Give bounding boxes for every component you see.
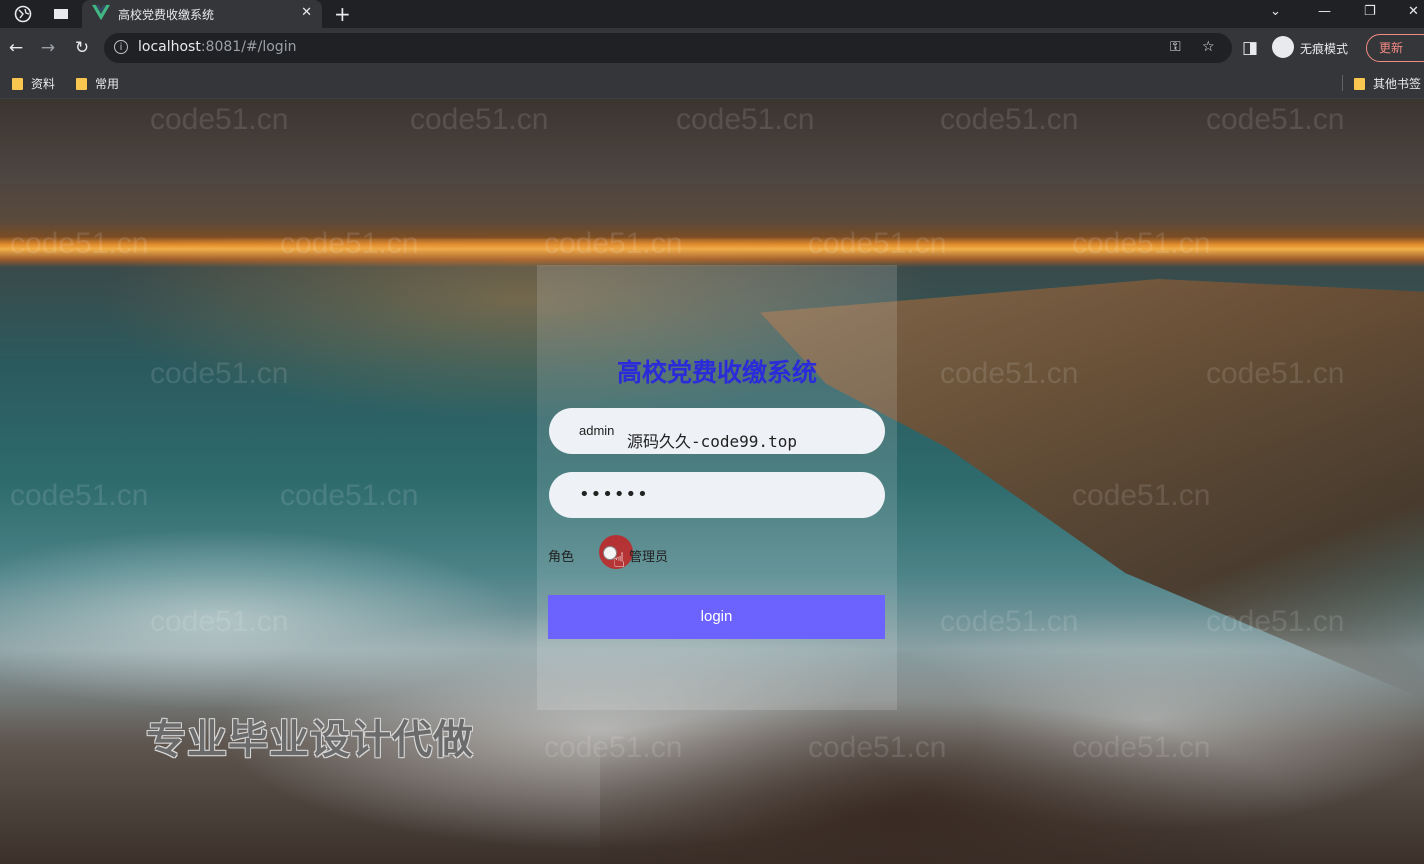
background-rocks bbox=[600, 699, 1424, 864]
watermark: code51.cn bbox=[150, 605, 289, 638]
watermark: code51.cn bbox=[1072, 227, 1211, 260]
url-text[interactable]: localhost:8081/#/login bbox=[138, 39, 296, 55]
watermark: code51.cn bbox=[1072, 479, 1211, 512]
watermark: code51.cn bbox=[1206, 357, 1345, 390]
watermark: code51.cn bbox=[808, 731, 947, 764]
role-label: 角色 bbox=[548, 550, 575, 565]
address-bar[interactable]: i localhost:8081/#/login ⚿ ☆ bbox=[104, 33, 1232, 63]
globe-icon[interactable] bbox=[14, 5, 32, 23]
watermark: code51.cn bbox=[544, 731, 683, 764]
watermark: code51.cn bbox=[280, 479, 419, 512]
folder-icon bbox=[12, 78, 23, 90]
forward-icon[interactable]: → bbox=[38, 38, 58, 58]
bookmarks-divider bbox=[1342, 75, 1343, 91]
role-option-label[interactable]: 管理员 bbox=[629, 546, 668, 565]
bookmark-star-icon[interactable]: ☆ bbox=[1202, 39, 1215, 55]
watermark: code51.cn bbox=[1206, 103, 1345, 136]
watermark: code51.cn bbox=[150, 357, 289, 390]
watermark: code51.cn bbox=[808, 227, 947, 260]
promo-overlay-text: 专业毕业设计代做 bbox=[146, 717, 474, 763]
incognito-label: 无痕模式 bbox=[1300, 42, 1349, 56]
key-icon[interactable]: ⚿ bbox=[1170, 39, 1181, 55]
watermark: code51.cn bbox=[1072, 731, 1211, 764]
browser-toolbar: ← → ↻ i localhost:8081/#/login ⚿ ☆ ◨ 无痕模… bbox=[0, 28, 1424, 68]
watermark: code51.cn bbox=[10, 479, 149, 512]
watermark: code51.cn bbox=[10, 227, 149, 260]
watermark: code51.cn bbox=[940, 605, 1079, 638]
site-info-icon[interactable]: i bbox=[114, 40, 128, 54]
watermark: code51.cn bbox=[280, 227, 419, 260]
password-input[interactable]: •••••• bbox=[579, 484, 649, 505]
login-title: 高校党费收缴系统 bbox=[616, 358, 817, 387]
username-field[interactable]: admin 源码久久-code99.top bbox=[549, 408, 885, 454]
tab-list-chevron-icon[interactable]: ⌄ bbox=[1270, 4, 1281, 19]
bookmark-folder-changyong[interactable]: 常用 bbox=[76, 75, 119, 92]
watermark: code51.cn bbox=[544, 227, 683, 260]
username-overlay-text: 源码久久-code99.top bbox=[627, 432, 797, 451]
side-panel-icon[interactable]: ◨ bbox=[1240, 38, 1260, 58]
vue-logo-icon bbox=[92, 4, 110, 21]
reload-icon[interactable]: ↻ bbox=[72, 38, 92, 58]
back-icon[interactable]: ← bbox=[6, 38, 26, 58]
browser-tab-active[interactable]: 高校党费收缴系统 ✕ bbox=[82, 0, 322, 28]
other-bookmarks[interactable]: 其他书签 bbox=[1354, 75, 1421, 92]
folder-icon bbox=[76, 78, 87, 90]
folder-icon bbox=[1354, 78, 1365, 90]
watermark: code51.cn bbox=[676, 103, 815, 136]
username-input[interactable]: admin bbox=[579, 423, 614, 438]
watermark: code51.cn bbox=[940, 103, 1079, 136]
new-tab-icon[interactable]: + bbox=[334, 2, 351, 26]
login-card: 高校党费收缴系统 admin 源码久久-code99.top •••••• 角色… bbox=[537, 265, 897, 710]
bookmark-folder-ziliao[interactable]: 资料 bbox=[12, 75, 55, 92]
incognito-icon[interactable] bbox=[1272, 36, 1294, 58]
tab-search-icon[interactable] bbox=[52, 5, 70, 23]
login-button[interactable]: login bbox=[548, 595, 885, 639]
watermark: code51.cn bbox=[150, 103, 289, 136]
watermark: code51.cn bbox=[940, 357, 1079, 390]
window-close-icon[interactable]: ✕ bbox=[1408, 4, 1419, 19]
bookmarks-bar: 资料 常用 其他书签 bbox=[0, 68, 1424, 99]
watermark: code51.cn bbox=[410, 103, 549, 136]
close-tab-icon[interactable]: ✕ bbox=[301, 5, 312, 20]
watermark: code51.cn bbox=[1206, 605, 1345, 638]
login-page: code51.cn code51.cn code51.cn code51.cn … bbox=[0, 99, 1424, 864]
minimize-icon[interactable]: — bbox=[1318, 4, 1331, 19]
password-field[interactable]: •••••• bbox=[549, 472, 885, 518]
hand-cursor-icon: ☝ bbox=[613, 548, 626, 572]
browser-tab-strip: 高校党费收缴系统 ✕ + ⌄ — ❐ ✕ bbox=[0, 0, 1424, 28]
tab-title: 高校党费收缴系统 bbox=[118, 8, 215, 22]
update-button[interactable]: 更新 bbox=[1366, 34, 1424, 62]
restore-icon[interactable]: ❐ bbox=[1364, 4, 1376, 19]
